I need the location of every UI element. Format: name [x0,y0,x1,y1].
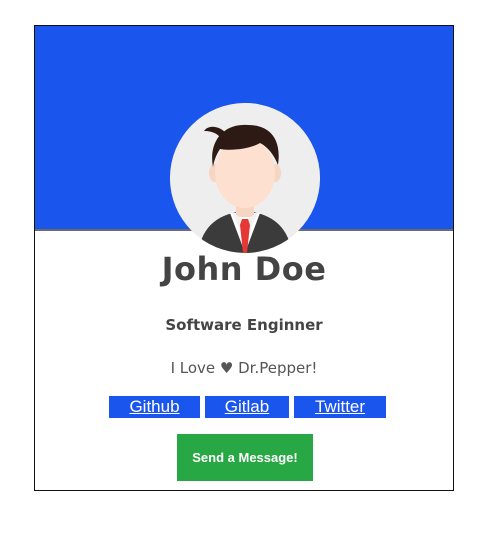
profile-bio: I Love ♥ Dr.Pepper! [170,359,318,377]
twitter-link[interactable]: Twitter [294,396,386,418]
profile-avatar [170,103,320,253]
gitlab-link[interactable]: Gitlab [205,396,289,418]
github-link[interactable]: Github [109,396,200,418]
profile-name: John Doe [161,250,327,288]
profile-title: Software Enginner [165,316,323,334]
profile-card: John Doe Software Enginner I Love ♥ Dr.P… [34,25,454,491]
send-message-button[interactable]: Send a Message! [177,434,313,481]
social-links: Github Gitlab Twitter [109,396,386,418]
man-avatar-icon [170,103,320,253]
